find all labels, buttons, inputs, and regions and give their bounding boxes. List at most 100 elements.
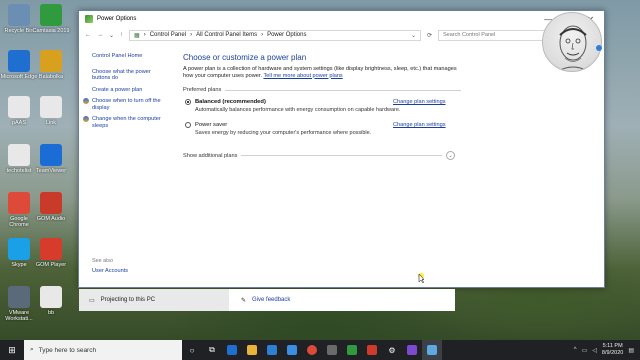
cortana-icon[interactable]: ○: [182, 340, 202, 360]
taskbar-app-settings[interactable]: ⚙: [382, 340, 402, 360]
balanced-radio[interactable]: [185, 99, 191, 106]
search-icon: ⌕: [30, 346, 34, 353]
status-dot: [596, 45, 602, 51]
power-buttons-link[interactable]: Choose what the power buttons do: [92, 69, 166, 82]
taskbar-app-edge[interactable]: [222, 340, 242, 360]
intro-text: A power plan is a collection of hardware…: [183, 66, 461, 79]
balanced-change-settings-link[interactable]: Change plan settings: [393, 99, 446, 105]
mail-icon: [287, 345, 297, 355]
taskbar-search[interactable]: ⌕ Type here to search: [24, 340, 182, 360]
desktop-icon-label: Camtasia 2019: [32, 28, 70, 34]
desktop-icon[interactable]: GOM Player: [32, 238, 70, 268]
feedback-item[interactable]: ✎ Give feedback: [229, 289, 455, 311]
desktop-icon[interactable]: bb: [32, 286, 70, 316]
desktop-icon[interactable]: Balabolka: [32, 50, 70, 80]
left-navigation: Control Panel Home Choose what the power…: [79, 47, 174, 287]
forward-button[interactable]: →: [97, 32, 103, 38]
shield-icon: [83, 116, 89, 122]
taskbar-app-store[interactable]: [262, 340, 282, 360]
taskbar-app-control-panel[interactable]: [422, 340, 442, 360]
additional-plans-label[interactable]: Show additional plans: [183, 153, 237, 159]
breadcrumb-separator: ›: [261, 32, 264, 38]
taskbar-search-placeholder: Type here to search: [38, 346, 97, 354]
breadcrumb-control-panel[interactable]: Control Panel: [150, 32, 186, 38]
power-saver-change-settings-link[interactable]: Change plan settings: [393, 122, 446, 128]
clock-time: 5:11 PM: [602, 343, 623, 349]
plan-balanced: Balanced (recommended) Automatically bal…: [183, 99, 461, 113]
power-options-window: Power Options — ☐ ✕ ← → ⌄ ↑ ▦ › Control …: [78, 10, 605, 288]
back-button[interactable]: ←: [85, 32, 91, 38]
desktop-icon-label: GOM Audio: [36, 216, 66, 222]
see-also-section: See also User Accounts: [92, 258, 128, 280]
taskbar: ⊞ ⌕ Type here to search ○ ⧉ ⚙ ^ ▭ ◁ 5:11…: [0, 340, 640, 360]
taskbar-app-mail[interactable]: [282, 340, 302, 360]
desktop-icon[interactable]: TeamViewer: [32, 144, 70, 174]
edge-icon: [8, 50, 30, 72]
desktop-icon[interactable]: GOM Audio: [32, 192, 70, 222]
file-icon: [8, 144, 30, 166]
skype-icon: [8, 238, 30, 260]
control-panel-home-link[interactable]: Control Panel Home: [92, 53, 166, 60]
address-dropdown-icon[interactable]: ⌄: [411, 32, 416, 39]
webcam-avatar: [542, 12, 602, 72]
system-tray: ^ ▭ ◁ 5:11 PM 8/9/2020 ▤: [574, 343, 640, 357]
main-content: Choose or customize a power plan A power…: [183, 53, 461, 136]
task-view-icon[interactable]: ⧉: [202, 340, 222, 360]
clock-date: 8/9/2020: [601, 350, 624, 356]
teamviewer-icon: [40, 144, 62, 166]
sleep-link[interactable]: Change when the computer sleeps: [92, 116, 166, 129]
balabolka-icon: [40, 50, 62, 72]
shield-icon: [83, 98, 89, 104]
taskbar-app-camtasia[interactable]: [342, 340, 362, 360]
desktop-icon-label: Link: [45, 120, 57, 126]
recent-locations-button[interactable]: ⌄: [109, 32, 114, 39]
user-accounts-link[interactable]: User Accounts: [92, 268, 128, 275]
notifications-icon[interactable]: ▤: [628, 347, 634, 354]
taskbar-app-chrome[interactable]: [302, 340, 322, 360]
vmware-icon: [8, 286, 30, 308]
desktop-icon-label: bb: [47, 310, 55, 316]
feedback-icon: ✎: [241, 297, 247, 304]
display-off-item: Choose when to turn off the display: [83, 98, 166, 116]
gom-audio-icon: [40, 192, 62, 214]
clock[interactable]: 5:11 PM 8/9/2020: [602, 343, 623, 357]
taskbar-app-red[interactable]: [362, 340, 382, 360]
chrome-icon: [307, 345, 317, 355]
desktop-icon-label: Balabolka: [38, 74, 64, 80]
see-also-header: See also: [92, 257, 113, 264]
volume-icon[interactable]: ◁: [592, 347, 597, 354]
divider: [241, 155, 442, 156]
desktop-icon[interactable]: Camtasia 2019: [32, 4, 70, 34]
taskbar-app-recorder[interactable]: [402, 340, 422, 360]
taskbar-app-explorer[interactable]: [242, 340, 262, 360]
notification-bar: ▭ Projecting to this PC ✎ Give feedback: [79, 289, 455, 311]
title-bar[interactable]: Power Options — ☐ ✕: [79, 11, 604, 27]
display-off-link[interactable]: Choose when to turn off the display: [92, 98, 166, 111]
network-icon[interactable]: ▭: [582, 347, 588, 354]
desktop-icon-label: TeamViewer: [35, 168, 67, 174]
power-plans-help-link[interactable]: Tell me more about power plans: [263, 73, 342, 79]
sketch-face-icon: [557, 25, 589, 71]
tray-chevron-icon[interactable]: ^: [574, 347, 577, 353]
taskbar-app-pen[interactable]: [322, 340, 342, 360]
recycle-bin-icon: [8, 4, 30, 26]
show-additional-plans[interactable]: Show additional plans ⌄: [183, 151, 455, 160]
desktop-icon[interactable]: Link: [32, 96, 70, 126]
pen-icon: [327, 345, 337, 355]
breadcrumb-power-options[interactable]: Power Options: [267, 32, 306, 38]
power-saver-radio[interactable]: [185, 122, 191, 129]
app-icon: [367, 345, 377, 355]
projecting-item[interactable]: ▭ Projecting to this PC: [79, 289, 229, 311]
chevron-down-icon[interactable]: ⌄: [446, 151, 455, 160]
breadcrumb-all-items[interactable]: All Control Panel Items: [196, 32, 257, 38]
up-button[interactable]: ↑: [120, 32, 123, 38]
create-plan-link[interactable]: Create a power plan: [92, 87, 166, 94]
refresh-button[interactable]: ⟳: [427, 32, 432, 39]
sleep-item: Change when the computer sleeps: [83, 116, 166, 134]
folder-icon: [247, 345, 257, 355]
control-panel-icon: [427, 345, 437, 355]
desktop-icon-label: GOM Player: [35, 262, 67, 268]
start-button[interactable]: ⊞: [0, 340, 24, 360]
plan-power-saver: Power saver Saves energy by reducing you…: [183, 122, 461, 136]
address-field[interactable]: ▦ › Control Panel › All Control Panel It…: [129, 29, 421, 41]
